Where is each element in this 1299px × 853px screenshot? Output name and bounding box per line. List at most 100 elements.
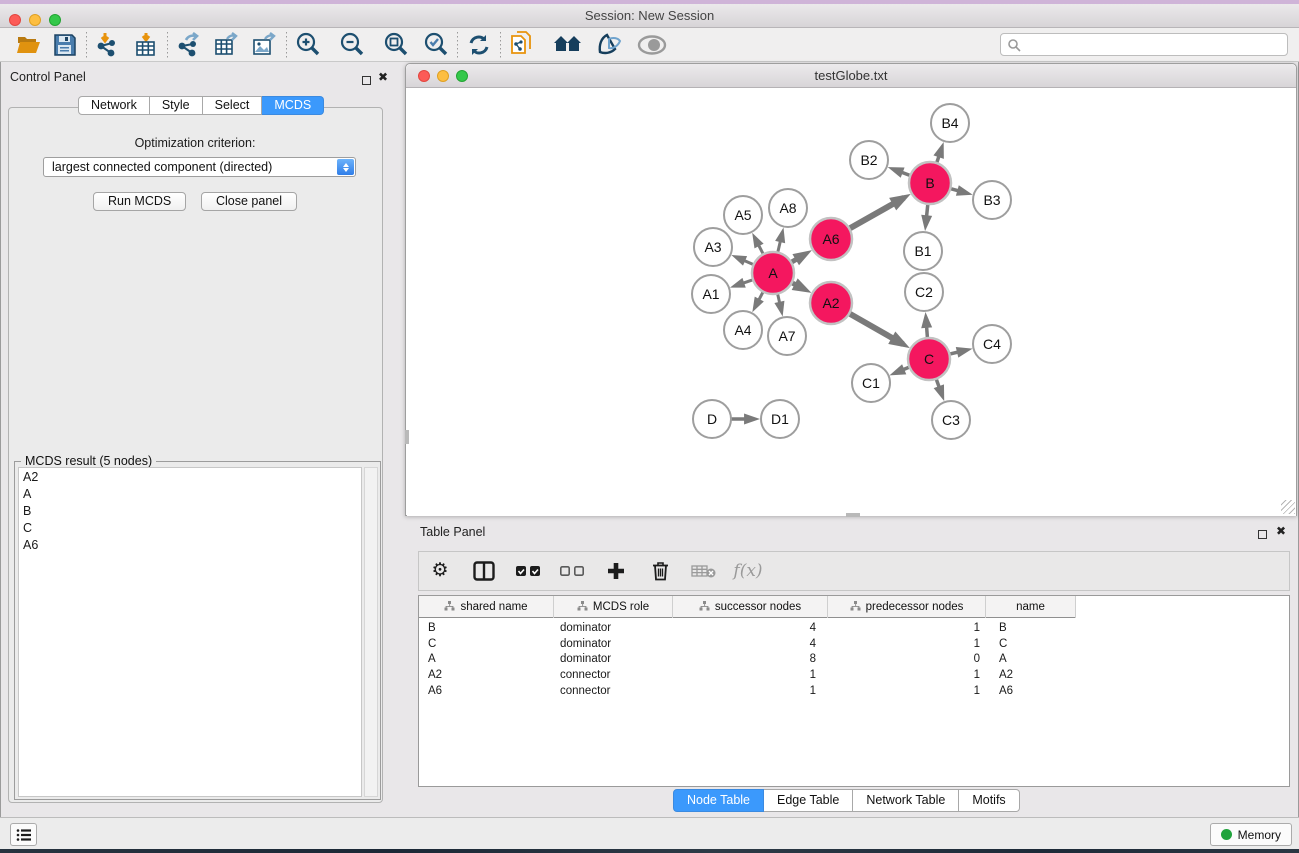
table-cell[interactable]: 4 [673, 622, 828, 634]
graph-node-C2[interactable]: C2 [905, 273, 943, 311]
graph-node-B1[interactable]: B1 [904, 232, 942, 270]
graph-node-D[interactable]: D [693, 400, 731, 438]
close-window-button[interactable] [9, 14, 21, 26]
table-cell[interactable]: C [986, 638, 1076, 650]
graph-node-A4[interactable]: A4 [724, 311, 762, 349]
new-network-icon[interactable] [507, 30, 537, 60]
table-cell[interactable]: A [986, 653, 1076, 665]
resize-grip[interactable] [1281, 500, 1295, 514]
network-minimize-button[interactable] [437, 70, 449, 82]
network-close-button[interactable] [418, 70, 430, 82]
open-session-icon[interactable] [14, 30, 44, 60]
search-field[interactable] [1000, 33, 1288, 56]
memory-button[interactable]: Memory [1210, 823, 1292, 846]
function-builder-icon[interactable]: f(x) [735, 558, 761, 584]
table-cell[interactable]: connector [554, 685, 673, 697]
run-mcds-button[interactable]: Run MCDS [93, 192, 186, 211]
show-hide-icon[interactable] [637, 30, 667, 60]
column-header-shared-name[interactable]: shared name [419, 596, 554, 618]
graph-node-A7[interactable]: A7 [768, 317, 806, 355]
graph-node-C[interactable]: C [908, 338, 950, 380]
mcds-result-item[interactable]: A2 [19, 468, 361, 485]
delete-table-icon[interactable] [691, 558, 717, 584]
graph-node-D1[interactable]: D1 [761, 400, 799, 438]
table-cell[interactable]: 1 [828, 622, 986, 634]
graph-node-B[interactable]: B [909, 162, 951, 204]
search-input[interactable] [1021, 38, 1271, 52]
table-cell[interactable]: dominator [554, 622, 673, 634]
table-row[interactable]: A2connector11A2 [419, 667, 1289, 683]
table-cell[interactable]: A6 [986, 685, 1076, 697]
table-cell[interactable]: 1 [673, 669, 828, 681]
graph-node-A5[interactable]: A5 [724, 196, 762, 234]
graph-node-A3[interactable]: A3 [694, 228, 732, 266]
table-cell[interactable]: dominator [554, 653, 673, 665]
criterion-select[interactable]: largest connected component (directed) [43, 157, 356, 177]
add-column-icon[interactable] [603, 558, 629, 584]
mcds-result-item[interactable]: A6 [19, 536, 361, 553]
table-cell[interactable]: B [419, 622, 554, 634]
graph-node-A[interactable]: A [752, 252, 794, 294]
table-cell[interactable]: C [419, 638, 554, 650]
annotation-pen-icon[interactable] [595, 30, 625, 60]
graph-node-B2[interactable]: B2 [850, 141, 888, 179]
tab-network-table[interactable]: Network Table [853, 789, 959, 812]
splitter-handle-left[interactable] [405, 430, 409, 444]
tab-select[interactable]: Select [203, 96, 263, 115]
table-cell[interactable]: dominator [554, 638, 673, 650]
table-cell[interactable]: A2 [419, 669, 554, 681]
task-history-button[interactable] [10, 823, 37, 846]
home-icon[interactable] [553, 30, 583, 60]
tab-node-table[interactable]: Node Table [673, 789, 764, 812]
graph-node-A6[interactable]: A6 [810, 218, 852, 260]
tab-mcds[interactable]: MCDS [262, 96, 324, 115]
deselect-all-icon[interactable] [559, 558, 585, 584]
mcds-result-item[interactable]: A [19, 485, 361, 502]
tab-style[interactable]: Style [150, 96, 203, 115]
column-header-predecessor-nodes[interactable]: predecessor nodes [828, 596, 986, 618]
graph-node-B4[interactable]: B4 [931, 104, 969, 142]
table-cell[interactable]: connector [554, 669, 673, 681]
table-cell[interactable]: 1 [673, 685, 828, 697]
select-all-icon[interactable] [515, 558, 541, 584]
zoom-out-icon[interactable] [337, 30, 367, 60]
table-cell[interactable]: A [419, 653, 554, 665]
maximize-window-button[interactable] [49, 14, 61, 26]
table-cell[interactable]: B [986, 622, 1076, 634]
export-image-icon[interactable] [250, 30, 280, 60]
export-network-icon[interactable] [174, 30, 204, 60]
table-cell[interactable]: 1 [828, 638, 986, 650]
split-view-icon[interactable] [471, 558, 497, 584]
refresh-layout-icon[interactable] [464, 30, 494, 60]
graph-node-A8[interactable]: A8 [769, 189, 807, 227]
tab-network[interactable]: Network [78, 96, 150, 115]
import-table-icon[interactable] [131, 30, 161, 60]
mcds-result-item[interactable]: C [19, 519, 361, 536]
table-row[interactable]: Bdominator41B [419, 620, 1289, 636]
export-table-icon[interactable] [212, 30, 242, 60]
graph-node-C4[interactable]: C4 [973, 325, 1011, 363]
zoom-fit-icon[interactable] [381, 30, 411, 60]
table-row[interactable]: A6connector11A6 [419, 683, 1289, 699]
table-panel-close-button[interactable]: ✖ [1276, 525, 1286, 537]
close-panel-button[interactable]: Close panel [201, 192, 297, 211]
graph-node-C3[interactable]: C3 [932, 401, 970, 439]
mcds-result-list[interactable]: A2ABCA6 [18, 467, 362, 797]
network-window-titlebar[interactable]: testGlobe.txt [406, 64, 1296, 88]
import-network-icon[interactable] [93, 30, 123, 60]
graph-node-A2[interactable]: A2 [810, 282, 852, 324]
table-cell[interactable]: 8 [673, 653, 828, 665]
save-session-icon[interactable] [50, 30, 80, 60]
graph-node-C1[interactable]: C1 [852, 364, 890, 402]
table-cell[interactable]: 0 [828, 653, 986, 665]
table-cell[interactable]: 4 [673, 638, 828, 650]
zoom-in-icon[interactable] [293, 30, 323, 60]
graph-node-B3[interactable]: B3 [973, 181, 1011, 219]
zoom-selected-icon[interactable] [421, 30, 451, 60]
table-panel-float-button[interactable] [1258, 526, 1267, 544]
graph-node-A1[interactable]: A1 [692, 275, 730, 313]
network-maximize-button[interactable] [456, 70, 468, 82]
minimize-window-button[interactable] [29, 14, 41, 26]
table-cell[interactable]: A6 [419, 685, 554, 697]
mcds-result-item[interactable]: B [19, 502, 361, 519]
